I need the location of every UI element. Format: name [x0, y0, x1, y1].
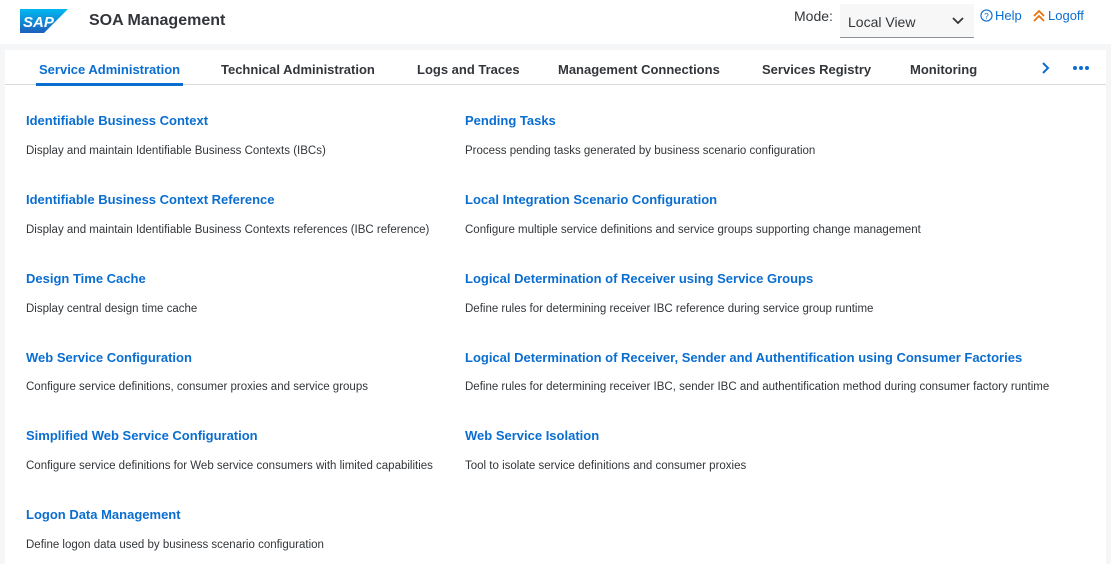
link-logical-determination-service-groups[interactable]: Logical Determination of Receiver using … — [465, 271, 813, 286]
logoff-icon — [1033, 9, 1045, 22]
overflow-icon[interactable] — [1072, 61, 1090, 75]
svg-text:?: ? — [984, 11, 989, 21]
chevron-down-icon — [952, 17, 964, 25]
logoff-link[interactable]: Logoff — [1032, 8, 1084, 23]
desc-logical-determination-service-groups: Define rules for determining receiver IB… — [465, 303, 874, 315]
desc-simplified-web-service-configuration: Configure service definitions for Web se… — [26, 460, 433, 472]
tab-management-connections[interactable]: Management Connections — [558, 62, 720, 77]
link-logical-determination-consumer-factories[interactable]: Logical Determination of Receiver, Sende… — [465, 350, 1022, 365]
sap-logo[interactable]: SAP — [20, 9, 68, 33]
tab-bar: Service Administration Technical Adminis… — [5, 50, 1106, 86]
help-label: Help — [995, 8, 1022, 23]
app-title: SOA Management — [89, 12, 226, 29]
desc-logon-data-management: Define logon data used by business scena… — [26, 539, 324, 551]
tab-technical-administration[interactable]: Technical Administration — [221, 62, 375, 77]
shell-bar: SAP SOA Management Mode: Local View ? He… — [0, 0, 1111, 44]
tab-services-registry[interactable]: Services Registry — [762, 62, 871, 77]
tab-logs-and-traces[interactable]: Logs and Traces — [417, 62, 520, 77]
desc-design-time-cache: Display central design time cache — [26, 303, 198, 315]
link-logon-data-management[interactable]: Logon Data Management — [26, 507, 181, 522]
chevron-right-icon[interactable] — [1041, 61, 1051, 75]
desc-identifiable-business-context-reference: Display and maintain Identifiable Busine… — [26, 224, 430, 236]
link-local-integration-scenario-configuration[interactable]: Local Integration Scenario Configuration — [465, 192, 717, 207]
desc-pending-tasks: Process pending tasks generated by busin… — [465, 145, 816, 157]
desc-web-service-isolation: Tool to isolate service definitions and … — [465, 460, 747, 472]
desc-local-integration-scenario-configuration: Configure multiple service definitions a… — [465, 224, 921, 236]
main-content: Service Administration Technical Adminis… — [5, 50, 1106, 564]
mode-select-value: Local View — [848, 14, 916, 30]
desc-web-service-configuration: Configure service definitions, consumer … — [26, 381, 368, 393]
link-simplified-web-service-configuration[interactable]: Simplified Web Service Configuration — [26, 428, 258, 443]
logoff-label: Logoff — [1048, 8, 1084, 23]
link-identifiable-business-context[interactable]: Identifiable Business Context — [26, 113, 208, 128]
sap-logo-text: SAP — [23, 14, 55, 31]
mode-label: Mode: — [794, 8, 833, 24]
link-pending-tasks[interactable]: Pending Tasks — [465, 113, 556, 128]
tab-monitoring[interactable]: Monitoring — [910, 62, 977, 77]
help-icon: ? — [980, 9, 993, 22]
link-web-service-isolation[interactable]: Web Service Isolation — [465, 428, 599, 443]
help-link[interactable]: ? Help — [980, 8, 1022, 23]
mode-select[interactable]: Local View — [840, 4, 974, 38]
desc-logical-determination-consumer-factories: Define rules for determining receiver IB… — [465, 381, 1050, 393]
tab-service-administration[interactable]: Service Administration — [35, 62, 184, 86]
desc-identifiable-business-context: Display and maintain Identifiable Busine… — [26, 145, 326, 157]
link-identifiable-business-context-reference[interactable]: Identifiable Business Context Reference — [26, 192, 275, 207]
link-web-service-configuration[interactable]: Web Service Configuration — [26, 350, 192, 365]
link-design-time-cache[interactable]: Design Time Cache — [26, 271, 146, 286]
